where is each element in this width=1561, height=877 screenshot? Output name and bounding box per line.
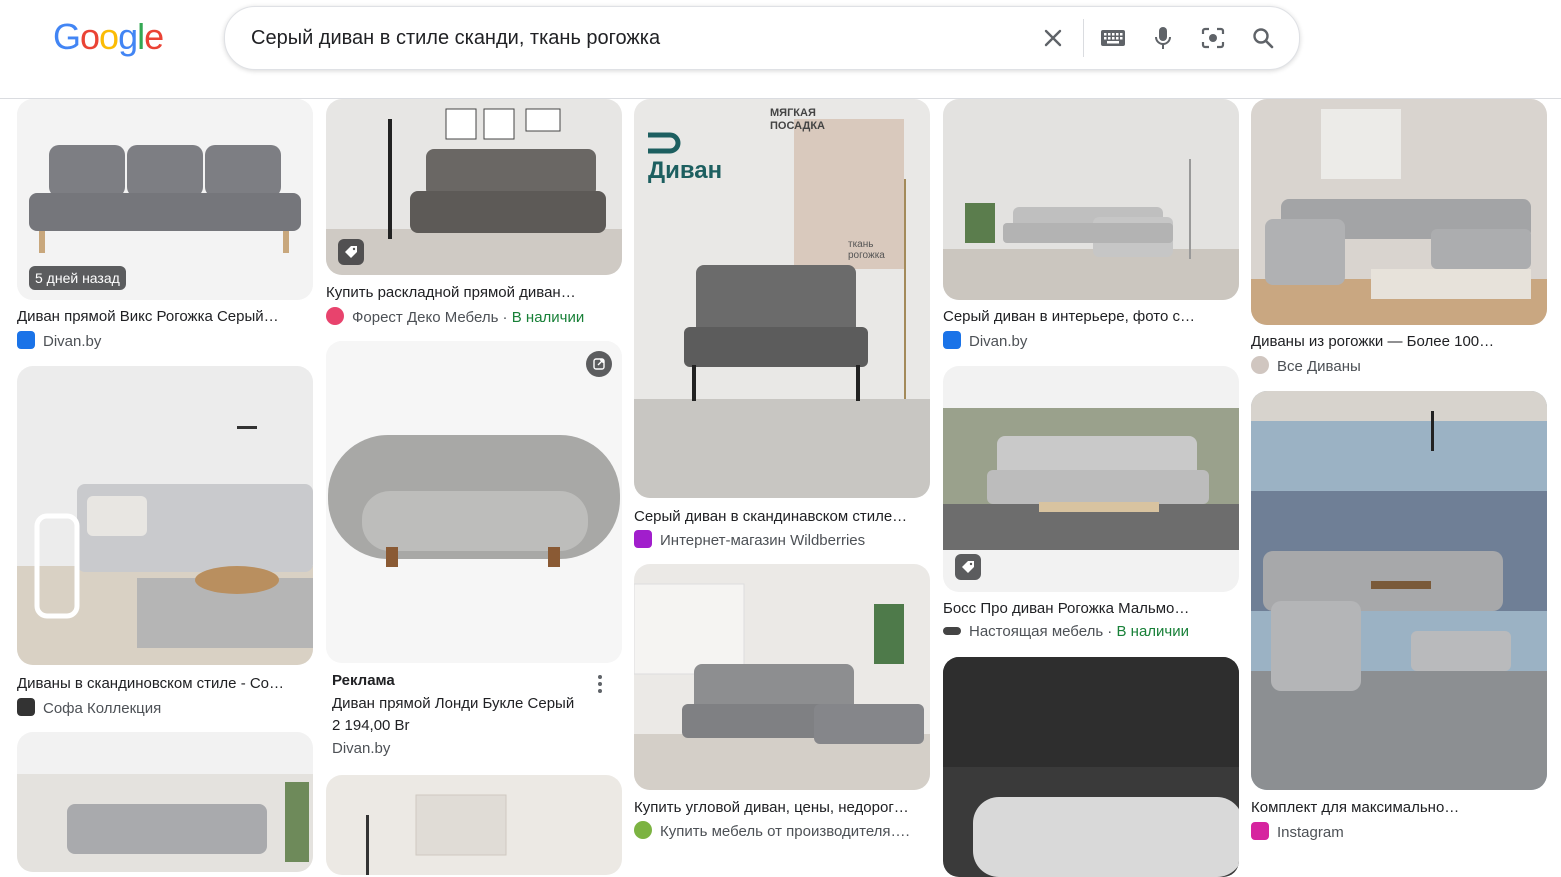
result-image[interactable]: Диван МЯГКАЯ ПОСАДКА ткань рогожка — [634, 99, 930, 498]
result-title[interactable]: Купить угловой диван, цены, недорог… — [634, 799, 930, 816]
site-favicon-icon — [634, 821, 652, 839]
result-image[interactable] — [1251, 391, 1547, 790]
ad-label: Реклама — [332, 672, 395, 689]
source-name: Divan.by — [969, 333, 1028, 350]
brand-overlay: Диван — [648, 157, 723, 184]
result-source[interactable]: Instagram — [1251, 822, 1547, 841]
divider — [1083, 19, 1084, 57]
camera-lens-icon[interactable] — [1197, 22, 1229, 54]
result-title[interactable]: Купить раскладной прямой диван… — [326, 284, 622, 301]
result-image[interactable] — [1251, 99, 1547, 325]
microphone-icon[interactable] — [1147, 22, 1179, 54]
ad-image[interactable] — [326, 341, 622, 663]
result-source[interactable]: Купить мебель от производителя…. — [634, 821, 930, 840]
stock-status: В наличии — [511, 309, 585, 326]
more-options-icon[interactable] — [597, 675, 603, 696]
result-title[interactable]: Босс Про диван Рогожка Мальмо… — [943, 600, 1239, 617]
result-source[interactable]: Divan.by — [17, 331, 313, 350]
result-image[interactable] — [326, 99, 622, 275]
result-source[interactable]: Интернет-магазин Wildberries — [634, 530, 930, 549]
source-name: Софа Коллекция — [43, 700, 162, 717]
site-favicon-icon — [17, 331, 35, 349]
result-image[interactable] — [943, 99, 1239, 300]
result-image[interactable]: 5 дней назад — [17, 99, 313, 300]
source-name: Купить мебель от производителя…. — [660, 823, 910, 840]
site-favicon-icon — [943, 627, 961, 635]
sofa-image — [17, 732, 313, 872]
sofa-image — [943, 366, 1239, 592]
google-logo[interactable]: Google — [53, 16, 164, 58]
corner-sofa-image — [634, 564, 930, 790]
result-source[interactable]: Софа Коллекция — [17, 698, 313, 717]
logo-letter: o — [99, 16, 119, 57]
source-name: Настоящая мебель — [969, 623, 1104, 640]
search-box[interactable]: Серый диван в стиле сканди, ткань рогожк… — [224, 6, 1300, 70]
source-name: Divan.by — [43, 333, 102, 350]
site-favicon-icon — [634, 530, 652, 548]
logo-letter: G — [53, 16, 81, 57]
living-room-image — [17, 366, 313, 665]
logo-letter: e — [144, 16, 164, 57]
logo-letter: g — [118, 16, 138, 57]
overlay-note: ткань рогожка — [848, 239, 885, 261]
clear-icon[interactable] — [1037, 22, 1069, 54]
ad-source[interactable]: Divan.by — [332, 740, 390, 757]
result-source[interactable]: Форест Деко Мебель · В наличии — [326, 307, 622, 326]
result-title[interactable]: Диван прямой Викс Рогожка Серый… — [17, 308, 313, 325]
source-name: Интернет-магазин Wildberries — [660, 532, 866, 549]
result-source[interactable]: Настоящая мебель · В наличии — [943, 623, 1239, 640]
site-favicon-icon — [943, 331, 961, 349]
keyboard-icon[interactable] — [1097, 22, 1129, 54]
result-title[interactable]: Диваны из рогожки — Более 100… — [1251, 333, 1547, 350]
result-source[interactable]: Все Диваны — [1251, 356, 1547, 375]
corner-sofa-image — [1251, 99, 1547, 325]
tag-icon — [955, 554, 981, 580]
source-name: Форест Деко Мебель — [352, 309, 499, 326]
result-image[interactable] — [17, 732, 313, 872]
result-title[interactable]: Диваны в скандиновском стиле - Со… — [17, 675, 313, 692]
ad-title[interactable]: Диван прямой Лонди Букле Серый — [332, 695, 574, 712]
result-title[interactable]: Серый диван в скандинавском стиле… — [634, 508, 930, 525]
site-favicon-icon — [1251, 356, 1269, 374]
result-image[interactable] — [634, 564, 930, 790]
ad-price: 2 194,00 Br — [332, 717, 410, 734]
site-favicon-icon — [17, 698, 35, 716]
open-external-icon[interactable] — [586, 351, 612, 377]
sofa-image — [943, 99, 1239, 300]
source-name: Все Диваны — [1277, 358, 1361, 375]
interior-image — [326, 775, 622, 875]
result-image[interactable] — [326, 775, 622, 875]
site-favicon-icon — [326, 307, 344, 325]
search-input[interactable]: Серый диван в стиле сканди, ткань рогожк… — [251, 27, 660, 50]
stock-status: В наличии — [1116, 623, 1189, 640]
result-source[interactable]: Divan.by — [943, 331, 1239, 350]
result-image[interactable] — [943, 657, 1239, 877]
terrace-image — [1251, 391, 1547, 790]
sofa-image — [943, 657, 1239, 877]
sofa-image — [326, 99, 622, 275]
result-title[interactable]: Комплект для максимально… — [1251, 799, 1547, 816]
header: Google Серый диван в стиле сканди, ткань… — [0, 0, 1561, 99]
logo-letter: o — [80, 16, 100, 57]
time-badge: 5 дней назад — [29, 266, 126, 290]
result-image[interactable] — [17, 366, 313, 665]
result-image[interactable] — [943, 366, 1239, 592]
source-name: Instagram — [1277, 824, 1344, 841]
instagram-icon — [1251, 822, 1269, 840]
sofa-image — [326, 341, 622, 663]
tag-icon — [338, 239, 364, 265]
search-icon[interactable] — [1247, 22, 1279, 54]
result-title[interactable]: Серый диван в интерьере, фото с… — [943, 308, 1239, 325]
overlay-text: МЯГКАЯ ПОСАДКА — [770, 107, 825, 132]
